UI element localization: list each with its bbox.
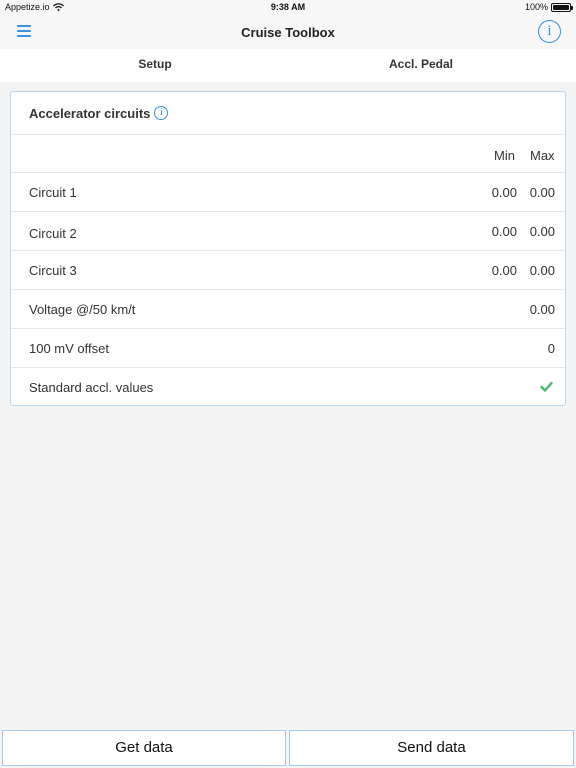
row-circuit-2[interactable]: Circuit 2 0.00 0.00 — [11, 211, 565, 250]
row-label: Circuit 3 — [29, 263, 77, 278]
max-value: 0.00 — [529, 224, 555, 239]
row-label: Circuit 1 — [29, 185, 77, 200]
min-value: 0.00 — [491, 224, 517, 239]
row-label: Circuit 2 — [29, 226, 77, 241]
min-value: 0.00 — [491, 185, 517, 200]
navigation-bar: Cruise Toolbox i — [0, 14, 576, 49]
max-value: 0.00 — [529, 185, 555, 200]
get-data-button[interactable]: Get data — [2, 730, 286, 766]
card-title: Accelerator circuits — [29, 105, 151, 121]
status-time: 9:38 AM — [270, 2, 306, 12]
page-title: Cruise Toolbox — [241, 25, 335, 40]
row-voltage[interactable]: Voltage @/50 km/t 0.00 — [11, 289, 565, 328]
row-label: 100 mV offset — [29, 341, 109, 356]
min-value: 0.00 — [491, 263, 517, 278]
segmented-tabs: Setup Accl. Pedal — [0, 49, 576, 130]
card-info-icon[interactable]: i — [154, 106, 169, 120]
row-circuit-3[interactable]: Circuit 3 0.00 0.00 — [11, 250, 565, 289]
battery-icon — [551, 2, 573, 12]
tab-accl-pedal[interactable]: Accl. Pedal — [292, 49, 550, 82]
footer-actions: Get data Send data — [0, 728, 576, 768]
info-icon[interactable]: i — [538, 20, 561, 43]
send-data-button[interactable]: Send data — [289, 730, 574, 766]
row-label: Standard accl. values — [29, 380, 154, 395]
voltage-value: 0.00 — [529, 302, 555, 317]
battery-percent: 100% — [524, 2, 548, 12]
row-label: Voltage @/50 km/t — [29, 302, 136, 317]
battery-status: 100% — [524, 2, 573, 12]
card-header: Accelerator circuits i — [11, 92, 565, 134]
offset-value: 0 — [547, 341, 555, 356]
row-standard-accl-values[interactable]: Standard accl. values — [11, 367, 565, 405]
column-header-row: Min Max — [11, 134, 565, 173]
row-mv-offset[interactable]: 100 mV offset 0 — [11, 328, 565, 367]
accelerator-circuits-card: Accelerator circuits i Min Max Circuit 1… — [10, 91, 566, 406]
max-value: 0.00 — [529, 263, 555, 278]
status-bar: Appetize.io 9:38 AM 100% — [0, 0, 576, 14]
column-header-max: Max — [530, 148, 555, 163]
column-header-min: Min — [494, 148, 515, 163]
row-circuit-1[interactable]: Circuit 1 0.00 0.00 — [11, 172, 565, 211]
checkmark-icon — [540, 381, 553, 392]
tab-setup[interactable]: Setup — [10, 49, 300, 82]
